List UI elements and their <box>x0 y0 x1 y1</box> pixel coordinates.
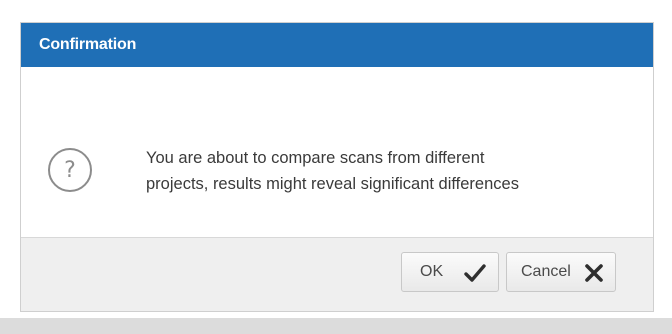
question-circle-icon: ? <box>48 148 92 192</box>
cancel-button-label: Cancel <box>521 263 571 280</box>
dialog-message: You are about to compare scans from diff… <box>146 145 626 197</box>
ok-button[interactable]: OK <box>401 252 499 292</box>
ok-button-label: OK <box>420 263 444 280</box>
page: Confirmation ? You are about to compare … <box>0 0 672 334</box>
confirmation-dialog: Confirmation ? You are about to compare … <box>20 22 654 312</box>
checkmark-icon <box>464 264 486 282</box>
dialog-message-line-1: You are about to compare scans from diff… <box>146 149 485 167</box>
background-band <box>0 318 672 334</box>
cancel-button[interactable]: Cancel <box>506 252 616 292</box>
dialog-titlebar[interactable]: Confirmation <box>21 23 653 67</box>
dialog-body: ? You are about to compare scans from di… <box>21 67 653 237</box>
dialog-footer: OK Cancel <box>21 237 653 311</box>
dialog-message-line-2: projects, results might reveal significa… <box>146 175 519 193</box>
dialog-title: Confirmation <box>39 36 137 53</box>
x-icon <box>585 264 603 282</box>
